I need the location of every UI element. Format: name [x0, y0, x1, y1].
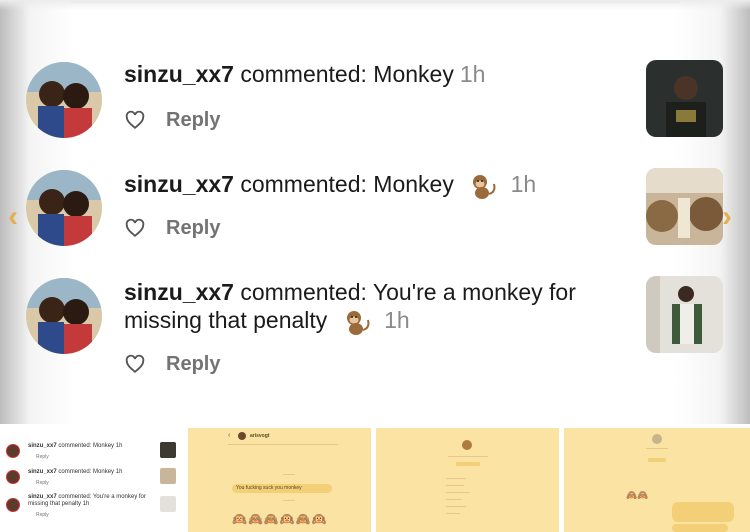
monkey-emoji — [473, 174, 496, 199]
profile-line — [446, 506, 466, 507]
chat-message-bubble — [672, 502, 734, 522]
post-thumbnail[interactable] — [646, 168, 723, 245]
chat-emoji: 🙈🙈 — [626, 490, 649, 500]
mini-thumbnail — [160, 468, 176, 484]
profile-line — [446, 478, 466, 479]
commenter-avatar[interactable] — [26, 62, 102, 138]
chat-name — [646, 448, 668, 449]
comment-time: 1h — [459, 61, 486, 87]
dm-back-icon[interactable]: ‹ — [228, 432, 230, 439]
dm-emoji-row: 🙉🙈🙈🙉🙈🙉 — [232, 512, 328, 526]
comment-username[interactable]: sinzu_xx7 — [124, 279, 234, 305]
mini-reply: Reply — [36, 454, 49, 460]
comment-text: sinzu_xx7 commented: You're a monkey for… — [124, 278, 629, 336]
profile-panel[interactable] — [376, 428, 559, 532]
reply-button[interactable]: Reply — [124, 106, 220, 134]
comment-body: Monkey — [373, 61, 454, 87]
comment-time: 1h — [510, 171, 537, 197]
chevron-right-icon[interactable]: › — [722, 200, 732, 234]
comment-username[interactable]: sinzu_xx7 — [124, 171, 234, 197]
chat-message-bubble — [672, 524, 728, 532]
reply-label[interactable]: Reply — [166, 353, 220, 376]
mini-avatar — [6, 470, 20, 484]
chat-avatar — [652, 434, 662, 444]
post-thumbnail[interactable] — [646, 276, 723, 353]
mini-avatar — [6, 498, 20, 512]
reply-button[interactable]: Reply — [124, 350, 220, 378]
chevron-left-icon[interactable]: ‹ — [8, 200, 18, 234]
post-thumbnail[interactable] — [646, 60, 723, 137]
comments-zoom-panel: sinzu_xx7 commented: Monkey 1h Reply sinz… — [0, 0, 750, 424]
comment-time: 1h — [384, 307, 410, 333]
profile-line — [446, 499, 462, 500]
monkey-emoji — [346, 310, 370, 335]
profile-line — [446, 492, 470, 493]
profile-line — [446, 513, 460, 514]
comment-verb: commented: — [240, 171, 367, 197]
commenter-avatar[interactable] — [26, 278, 102, 354]
mini-reply: Reply — [36, 480, 49, 486]
mini-thumbnail — [160, 442, 176, 458]
mini-reply: Reply — [36, 512, 49, 518]
commenter-avatar[interactable] — [26, 170, 102, 246]
mini-comment: sinzu_xx7 commented: Monkey 1h — [28, 443, 123, 449]
profile-avatar — [462, 440, 472, 450]
dm-header-divider — [228, 444, 338, 445]
dm-message: You fucking suck you monkey — [236, 485, 302, 491]
profile-button[interactable] — [456, 462, 480, 466]
comment-text: sinzu_xx7 commented: Monkey 1h — [124, 60, 624, 88]
profile-name — [448, 456, 488, 457]
mini-comments-panel[interactable]: sinzu_xx7 commented: Monkey 1h Reply sin… — [0, 428, 183, 532]
dm-timestamp — [283, 474, 295, 475]
profile-line — [446, 485, 464, 486]
heart-outline-icon[interactable] — [124, 353, 146, 375]
comment-username[interactable]: sinzu_xx7 — [124, 61, 234, 87]
heart-outline-icon[interactable] — [124, 217, 146, 239]
reply-button[interactable]: Reply — [124, 214, 220, 242]
heart-outline-icon[interactable] — [124, 109, 146, 131]
mini-avatar — [6, 444, 20, 458]
dm-panel[interactable]: ‹ arisvogt You fucking suck you monkey 🙉… — [188, 428, 371, 532]
mini-comment: sinzu_xx7 commented: Monkey 1h — [28, 469, 123, 475]
chat-panel[interactable]: 🙈🙈 — [564, 428, 750, 532]
comment-body: Monkey — [373, 171, 454, 197]
comment-verb: commented: — [240, 61, 367, 87]
comment-verb: commented: — [240, 279, 367, 305]
top-divider — [70, 0, 680, 3]
reply-label[interactable]: Reply — [166, 109, 220, 132]
mini-thumbnail — [160, 496, 176, 512]
dm-username: arisvogt — [250, 433, 270, 439]
mini-comment: sinzu_xx7 commented: You're a monkey for… — [28, 494, 146, 507]
dm-avatar — [238, 432, 246, 440]
reply-label[interactable]: Reply — [166, 217, 220, 240]
chat-profile-button[interactable] — [648, 458, 666, 462]
dm-timestamp — [283, 500, 295, 501]
comment-text: sinzu_xx7 commented: Monkey 1h — [124, 170, 624, 200]
